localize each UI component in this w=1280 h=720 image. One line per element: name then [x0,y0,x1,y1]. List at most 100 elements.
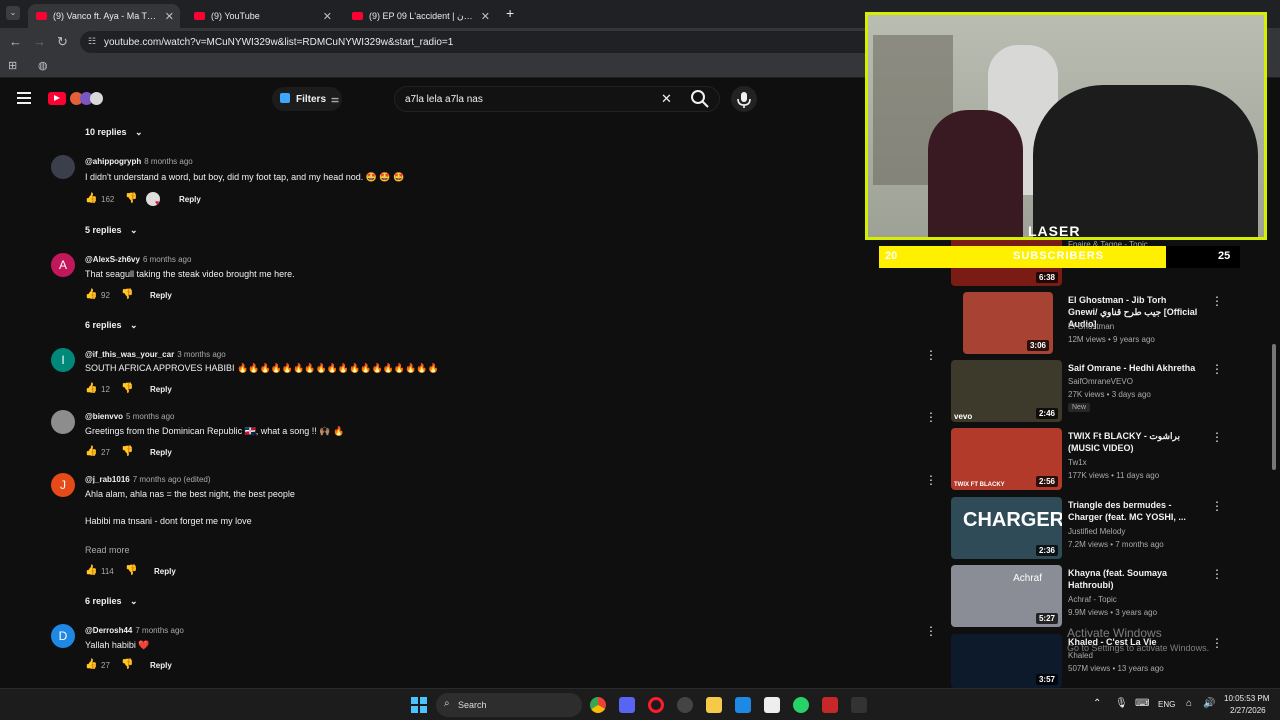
replies-toggle[interactable]: 5 replies ⌄ [85,225,138,236]
back-icon[interactable]: ← [9,34,22,49]
video-item[interactable]: vevo 2:46 Saif Omrane - Hedhi Akhretha S… [951,360,1251,424]
tray-chevron-icon[interactable]: ⌃ [1093,698,1101,709]
more-actions-icon[interactable]: ⋮ [925,473,937,487]
search-button[interactable] [689,88,711,110]
more-actions-icon[interactable]: ⋮ [1211,294,1223,308]
close-icon[interactable]: ✕ [323,10,332,23]
channel-name[interactable]: Achraf - Topic [1068,595,1117,604]
app-icon[interactable] [851,697,867,713]
scrollbar-thumb[interactable] [1272,344,1276,470]
dislike-icon[interactable]: 👎 [125,565,137,576]
comment-time[interactable]: 6 months ago [143,255,191,264]
video-item[interactable]: Achraf 5:27 Khayna (feat. Soumaya Hathro… [951,565,1251,629]
dislike-icon[interactable]: 👎 [125,193,137,204]
tab-search-button[interactable]: ⌄ [6,6,20,20]
volume-icon[interactable]: 🔊 [1203,698,1215,709]
read-more-link[interactable]: Read more [85,545,130,555]
author-handle[interactable]: @AlexS-zh6vy [85,255,140,264]
close-icon[interactable]: ✕ [481,10,490,23]
author-handle[interactable]: @if_this_was_your_car [85,350,174,359]
app-icon[interactable] [822,697,838,713]
comment-author[interactable]: @if_this_was_your_car 3 months ago [85,350,226,359]
dislike-icon[interactable]: 👎 [121,659,133,670]
keyboard-icon[interactable]: ⌨ [1135,698,1149,709]
more-actions-icon[interactable]: ⋮ [925,410,937,424]
comment-time[interactable]: 7 months ago (edited) [133,475,211,484]
replies-toggle[interactable]: 10 replies ⌄ [85,127,143,138]
more-actions-icon[interactable]: ⋮ [1211,636,1223,650]
channel-name[interactable]: El Ghostman [1068,322,1114,331]
channel-name[interactable]: SaifOmraneVEVO [1068,377,1133,386]
windows-start-icon[interactable] [411,697,427,713]
avatar[interactable]: A [51,253,75,277]
like-icon[interactable]: 👍 [85,659,97,670]
video-item[interactable]: 3:06 El Ghostman - Jib Torh Gnewi/ جيب ط… [951,292,1251,356]
address-bar[interactable]: ☷ youtube.com/watch?v=MCuNYWI329w&list=R… [80,31,880,53]
chrome-icon[interactable] [590,697,606,713]
video-thumbnail[interactable]: vevo 2:46 [951,360,1062,422]
forward-icon[interactable]: → [33,34,46,49]
comment-author[interactable]: @bienvvo 5 months ago [85,412,175,421]
reply-button[interactable]: Reply [150,385,172,394]
taskbar-search-box[interactable]: ⌕ Search [436,693,582,717]
capcut-icon[interactable] [764,697,780,713]
apps-icon[interactable]: ⊞ [8,59,17,72]
author-handle[interactable]: @ahippogryph [85,157,141,166]
like-icon[interactable]: 👍 [85,565,97,576]
more-actions-icon[interactable]: ⋮ [1211,430,1223,444]
comment-time[interactable]: 7 months ago [135,626,183,635]
reload-icon[interactable]: ↻ [57,34,68,50]
video-title[interactable]: Khayna (feat. Soumaya Hathroubi) [1068,567,1198,591]
avatar[interactable]: I [51,348,75,372]
comment-author[interactable]: @j_rab1016 7 months ago (edited) [85,475,211,484]
comment-time[interactable]: 8 months ago [144,157,192,166]
comment-author[interactable]: @AlexS-zh6vy 6 months ago [85,255,191,264]
video-title[interactable]: TWIX Ft BLACKY - براشوت (MUSIC VIDEO) [1068,430,1198,454]
dislike-icon[interactable]: 👎 [121,289,133,300]
tray-time[interactable]: 10:05:53 PM [1224,694,1269,703]
video-thumbnail[interactable]: Achraf 5:27 [951,565,1062,627]
app-icon[interactable] [735,697,751,713]
avatar[interactable] [51,155,75,179]
video-title[interactable]: Saif Omrane - Hedhi Akhretha [1068,362,1198,374]
reply-button[interactable]: Reply [150,448,172,457]
discord-icon[interactable] [619,697,635,713]
video-item[interactable]: CHARGER 2:36 Triangle des bermudes - Cha… [951,497,1251,561]
tab-accident[interactable]: (9) EP 09 L'accident | الأكسيدون ✕ [344,4,496,28]
video-thumbnail[interactable]: TWIX FT BLACKY 2:56 [951,428,1062,490]
close-icon[interactable]: ✕ [165,10,174,23]
more-actions-icon[interactable]: ⋮ [925,624,937,638]
search-input[interactable]: a7la lela a7la nas ✕ [394,86,720,112]
tab-vanco[interactable]: (9) Vanco ft. Aya - Ma Tnsani (Y ✕ [28,4,180,28]
file-explorer-icon[interactable] [706,697,722,713]
author-handle[interactable]: @Derrosh44 [85,626,132,635]
comment-author[interactable]: @Derrosh44 7 months ago [85,626,184,635]
reply-button[interactable]: Reply [150,291,172,300]
dislike-icon[interactable]: 👎 [121,383,133,394]
avatar[interactable] [51,410,75,434]
youtube-logo[interactable] [48,92,112,106]
clear-search-icon[interactable]: ✕ [661,91,672,107]
video-thumbnail[interactable]: CHARGER 2:36 [951,497,1062,559]
dislike-icon[interactable]: 👎 [121,446,133,457]
video-title[interactable]: Triangle des bermudes - Charger (feat. M… [1068,499,1198,523]
reply-button[interactable]: Reply [150,661,172,670]
mic-icon[interactable]: 🎙 [1115,698,1128,709]
like-icon[interactable]: 👍 [85,446,97,457]
reply-button[interactable]: Reply [179,195,201,204]
more-actions-icon[interactable]: ⋮ [1211,567,1223,581]
tab-youtube[interactable]: (9) YouTube ✕ [186,4,338,28]
voice-search-button[interactable] [731,86,757,112]
avatar[interactable]: D [51,624,75,648]
filters-button[interactable]: Filters ⚌ [272,87,342,111]
new-tab-button[interactable]: + [506,5,514,21]
more-actions-icon[interactable]: ⋮ [925,348,937,362]
whatsapp-icon[interactable] [793,697,809,713]
author-handle[interactable]: @j_rab1016 [85,475,130,484]
globe-icon[interactable]: ◍ [38,59,48,72]
replies-toggle[interactable]: 6 replies ⌄ [85,320,138,331]
more-actions-icon[interactable]: ⋮ [1211,362,1223,376]
video-thumbnail[interactable]: 3:06 [963,292,1053,354]
steam-icon[interactable] [677,697,693,713]
comment-author[interactable]: @ahippogryph 8 months ago [85,157,193,166]
